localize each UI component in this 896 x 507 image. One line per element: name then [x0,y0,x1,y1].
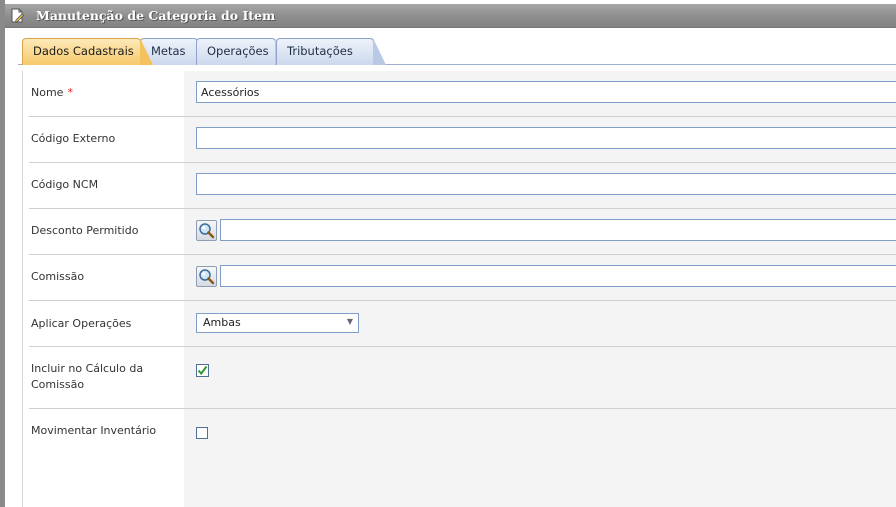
row-desconto-permitido: Desconto Permitido [29,209,896,255]
tab-tributacoes[interactable]: Tributações [276,38,386,65]
aplicar-operacoes-label: Aplicar Operações [31,317,132,330]
nome-input[interactable] [196,81,896,103]
row-nome: Nome * [29,71,896,117]
nome-label: Nome * [31,85,73,101]
form-panel: Nome* Código Externo Código NCM Desconto… [22,71,896,507]
row-movimentar-inventario: Movimentar Inventário [29,409,896,455]
incluir-calculo-label: Incluir no Cálculo da Comissão [31,362,144,391]
aplicar-operacoes-select[interactable]: Ambas ▼ [196,313,359,333]
document-edit-icon [10,8,25,24]
content-area: Dados Cadastrais Metas Operações Tributa… [18,33,896,507]
magnifier-icon [199,269,215,285]
codigo-externo-label: Código Externo [31,132,116,145]
movimentar-inventario-checkbox[interactable] [196,427,208,439]
window-title: Manutenção de Categoria do Item [36,8,276,23]
tab-dados-cadastrais[interactable]: Dados Cadastrais [22,38,153,65]
desconto-permitido-input[interactable] [220,219,896,241]
required-marker: * [67,86,73,99]
row-comissao: Comissão [29,255,896,301]
dropdown-arrow-icon: ▼ [346,317,353,326]
nome-label-text: Nome [31,86,64,99]
magnifier-icon [199,223,215,239]
codigo-ncm-input[interactable] [196,173,896,195]
comissao-lookup-button[interactable] [196,266,217,287]
row-aplicar-operacoes: Aplicar Operações Ambas ▼ [29,301,896,347]
title-bar: Manutenção de Categoria do Item [5,4,896,28]
aplicar-operacoes-value: Ambas [203,316,241,329]
codigo-externo-input[interactable] [196,127,896,149]
codigo-ncm-label: Código NCM [31,178,99,191]
window: Manutenção de Categoria do Item Dados Ca… [0,0,896,507]
movimentar-inventario-label: Movimentar Inventário [31,424,157,437]
row-codigo-externo: Código Externo [29,117,896,163]
desconto-lookup-button[interactable] [196,220,217,241]
tab-operacoes[interactable]: Operações [196,38,288,65]
row-codigo-ncm: Código NCM [29,163,896,209]
checkmark-icon [196,364,209,377]
row-incluir-calculo: Incluir no Cálculo da Comissão [29,347,896,409]
comissao-input[interactable] [220,265,896,287]
tab-bar: Dados Cadastrais Metas Operações Tributa… [18,33,896,65]
comissao-label: Comissão [31,270,85,283]
desconto-permitido-label: Desconto Permitido [31,224,139,237]
incluir-calculo-checkbox[interactable] [196,364,209,377]
